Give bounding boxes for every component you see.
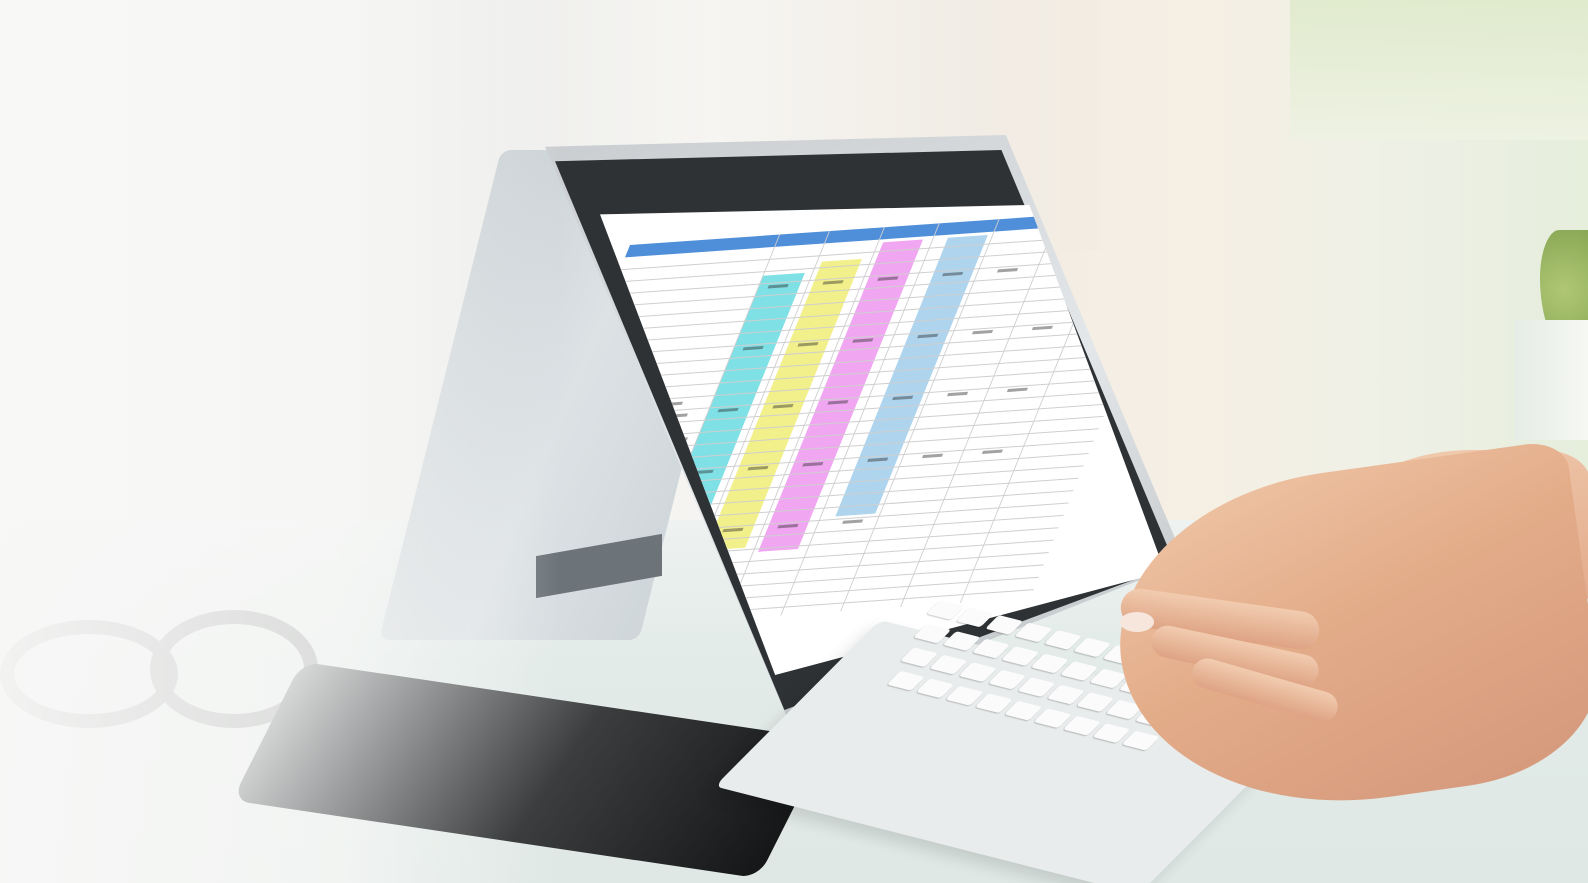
fingernail — [1120, 612, 1154, 632]
photo-scene — [0, 0, 1588, 883]
vase — [1515, 320, 1588, 440]
spreadsheet — [600, 205, 1165, 675]
row-labels — [600, 401, 688, 573]
window-light — [1290, 0, 1588, 140]
spreadsheet-graphic — [600, 205, 1165, 630]
laptop-screen — [600, 205, 1165, 675]
